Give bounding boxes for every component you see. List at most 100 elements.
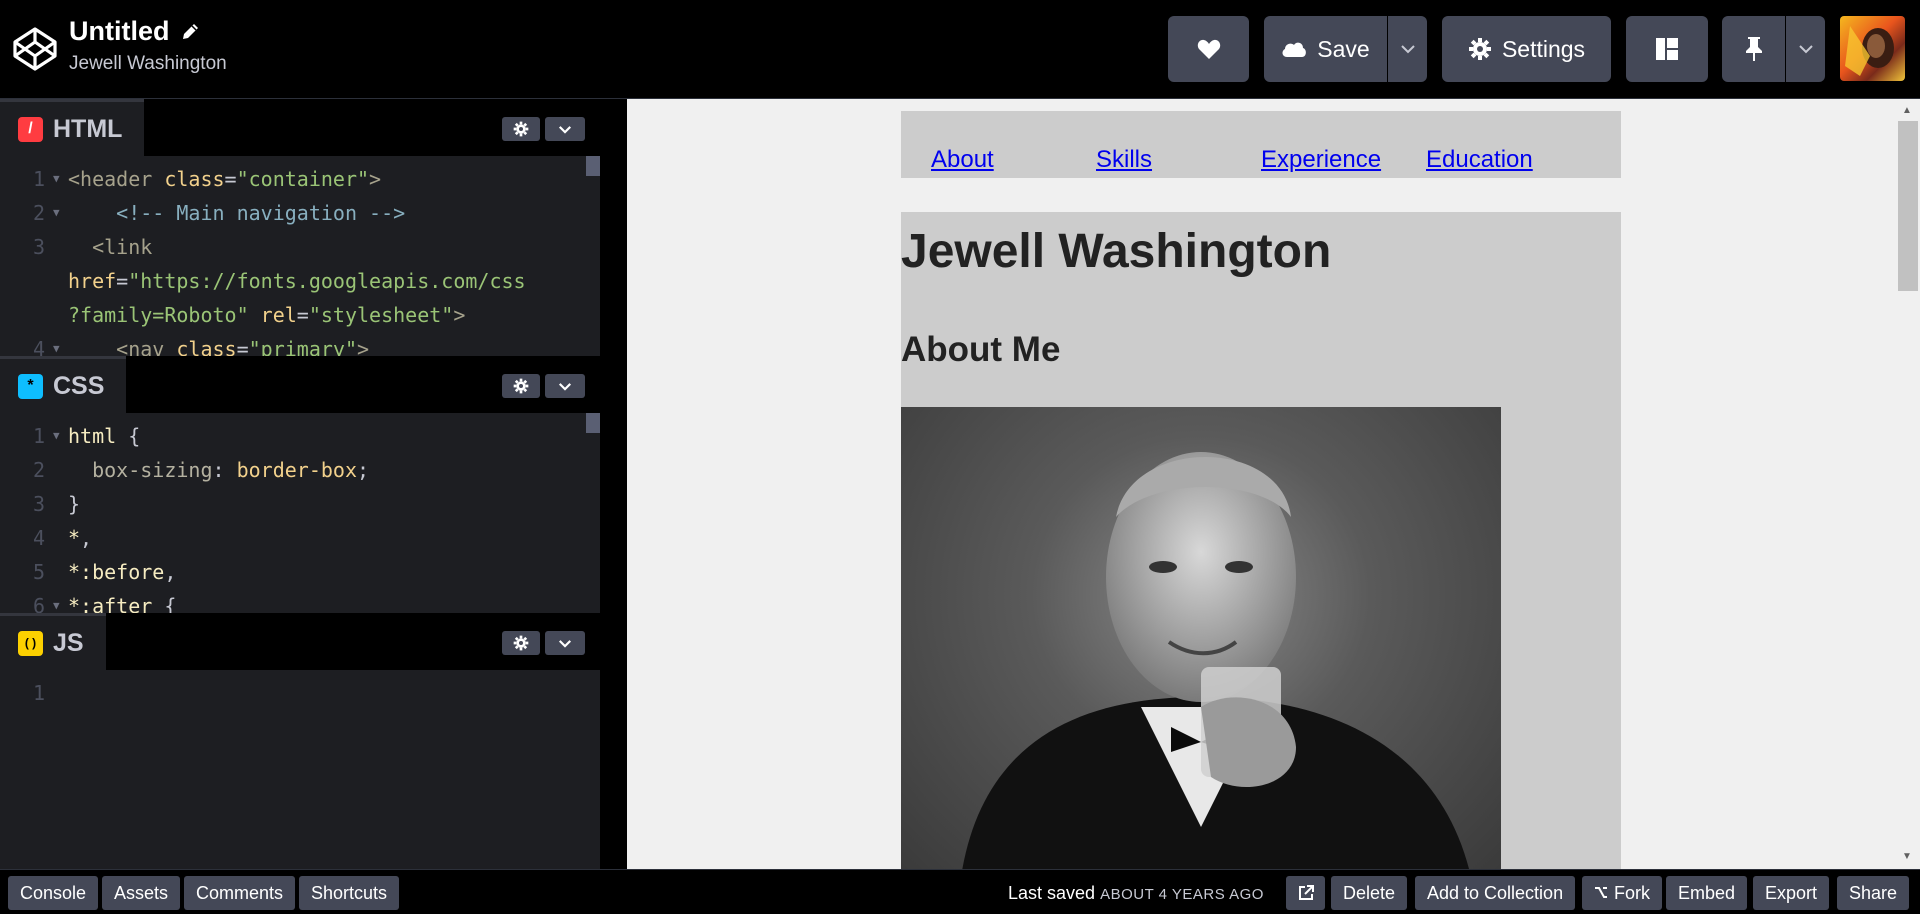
pin-options-button[interactable] [1786,16,1825,82]
fold-arrow-icon[interactable]: ▼ [50,589,68,613]
code-token: > [453,303,466,327]
preview-scrollbar[interactable]: ▲ ▼ [1894,99,1920,869]
code-token: , [164,560,177,584]
save-button[interactable]: Save [1264,16,1387,82]
love-button[interactable] [1168,16,1249,82]
fork-label: Fork [1614,882,1650,903]
nav-link-skills[interactable]: Skills [1096,146,1152,174]
codepen-logo-icon[interactable] [11,25,59,73]
last-saved-time: ABOUT 4 YEARS AGO [1100,886,1264,903]
code-line[interactable]: href = "https://fonts.googleapis.com/css [0,264,600,298]
js-label: JS [53,628,84,657]
comments-button[interactable]: Comments [184,876,296,910]
html-scrollbar[interactable] [586,156,600,176]
code-line[interactable]: 1 ▼ html { [0,419,600,453]
code-token: class [176,337,237,356]
css-badge-icon: * [18,373,43,399]
code-line[interactable]: 1 [0,676,600,710]
save-options-button[interactable] [1388,16,1427,82]
code-line[interactable]: 3 <link [0,230,600,264]
code-line[interactable]: 5 *:before, [0,555,600,589]
open-in-new-window-button[interactable] [1286,876,1325,910]
html-options-button[interactable] [545,117,585,141]
code-token: *:after [68,594,165,613]
code-line[interactable]: ?family=Roboto" rel = "stylesheet" > [0,298,600,332]
html-settings-button[interactable] [502,117,540,141]
line-number [0,264,50,298]
code-line[interactable]: 6 ▼ *:after { [0,589,600,613]
line-number: 6 [32,594,45,613]
export-button[interactable]: Export [1753,876,1830,910]
code-token: = [236,337,249,356]
fold-arrow-icon[interactable]: ▼ [50,196,68,230]
delete-button[interactable]: Delete [1331,876,1408,910]
share-button[interactable]: Share [1837,876,1910,910]
chevron-down-icon [558,382,572,391]
pencil-icon[interactable] [180,22,200,42]
code-token: "primary" [248,337,358,356]
html-label: HTML [53,114,123,143]
html-code-area[interactable]: 1 ▼ <header class = "container" >2 ▼ <!-- Main… [0,156,600,356]
embed-button[interactable]: Embed [1666,876,1748,910]
chevron-down-icon [558,639,572,648]
line-number: 4 [32,526,45,550]
code-token: { [164,594,177,613]
preview-scroll-thumb[interactable] [1898,121,1918,291]
scroll-down-arrow-icon[interactable]: ▼ [1902,851,1912,862]
scroll-up-arrow-icon[interactable]: ▲ [1902,105,1912,116]
gear-icon [1468,38,1491,60]
css-editor: * CSS 1 ▼ html {2 box-sizing: border-box; 3… [0,356,600,613]
resize-handle[interactable] [600,99,627,869]
author-name[interactable]: Jewell Washington [69,53,227,75]
css-code-area[interactable]: 1 ▼ html {2 box-sizing: border-box; 3} 4 *, 5 *… [0,413,600,613]
code-line[interactable]: 2 ▼ <!-- Main navigation --> [0,196,600,230]
console-button[interactable]: Console [8,876,99,910]
settings-button[interactable]: Settings [1442,16,1611,82]
fold-arrow-icon[interactable]: ▼ [50,162,68,196]
html-editor-title: / HTML [0,99,145,156]
code-line[interactable]: 4 *, [0,521,600,555]
css-settings-button[interactable] [502,374,540,398]
site-nav: About Skills Experience Education [901,111,1621,178]
nav-link-experience[interactable]: Experience [1261,146,1381,174]
save-label: Save [1317,35,1370,62]
fold-gutter [50,521,68,555]
code-token: "stylesheet" [308,303,454,327]
code-token: <link [68,235,153,259]
code-line[interactable]: 4 ▼ <nav class = "primary" > [0,332,600,356]
pin-icon [1745,37,1762,61]
pen-title-area: Untitled Jewell Washington [69,16,227,75]
fork-button[interactable]: Fork [1582,876,1662,910]
js-settings-button[interactable] [502,631,540,655]
code-line[interactable]: 1 ▼ <header class = "container" > [0,162,600,196]
user-avatar[interactable] [1840,16,1905,81]
cloud-icon [1282,42,1307,57]
js-editor-title: ( ) JS [0,613,106,670]
js-options-button[interactable] [545,631,585,655]
fold-gutter [50,298,68,332]
code-token: , [80,526,93,550]
code-line[interactable]: 2 box-sizing: border-box; [0,453,600,487]
css-scrollbar[interactable] [586,413,600,433]
assets-button[interactable]: Assets [102,876,181,910]
code-token: = [116,269,129,293]
css-options-button[interactable] [545,374,585,398]
code-token: "https://fonts.googleapis.com/css [128,269,526,293]
preview-pane[interactable]: About Skills Experience Education Jewell… [627,99,1920,869]
shortcuts-button[interactable]: Shortcuts [299,876,400,910]
change-view-button[interactable] [1626,16,1708,82]
css-editor-title: * CSS [0,356,127,413]
code-token: href [68,269,117,293]
code-line[interactable]: 3} [0,487,600,521]
line-number: 5 [32,560,45,584]
fold-arrow-icon[interactable]: ▼ [50,419,68,453]
fold-arrow-icon[interactable]: ▼ [50,332,68,356]
chevron-down-icon [558,125,572,134]
add-to-collection-button[interactable]: Add to Collection [1415,876,1576,910]
nav-link-education[interactable]: Education [1426,146,1533,174]
pin-button[interactable] [1722,16,1785,82]
js-code-area[interactable]: 1 [0,670,600,710]
nav-link-about[interactable]: About [931,146,994,174]
pen-title[interactable]: Untitled [69,16,170,47]
